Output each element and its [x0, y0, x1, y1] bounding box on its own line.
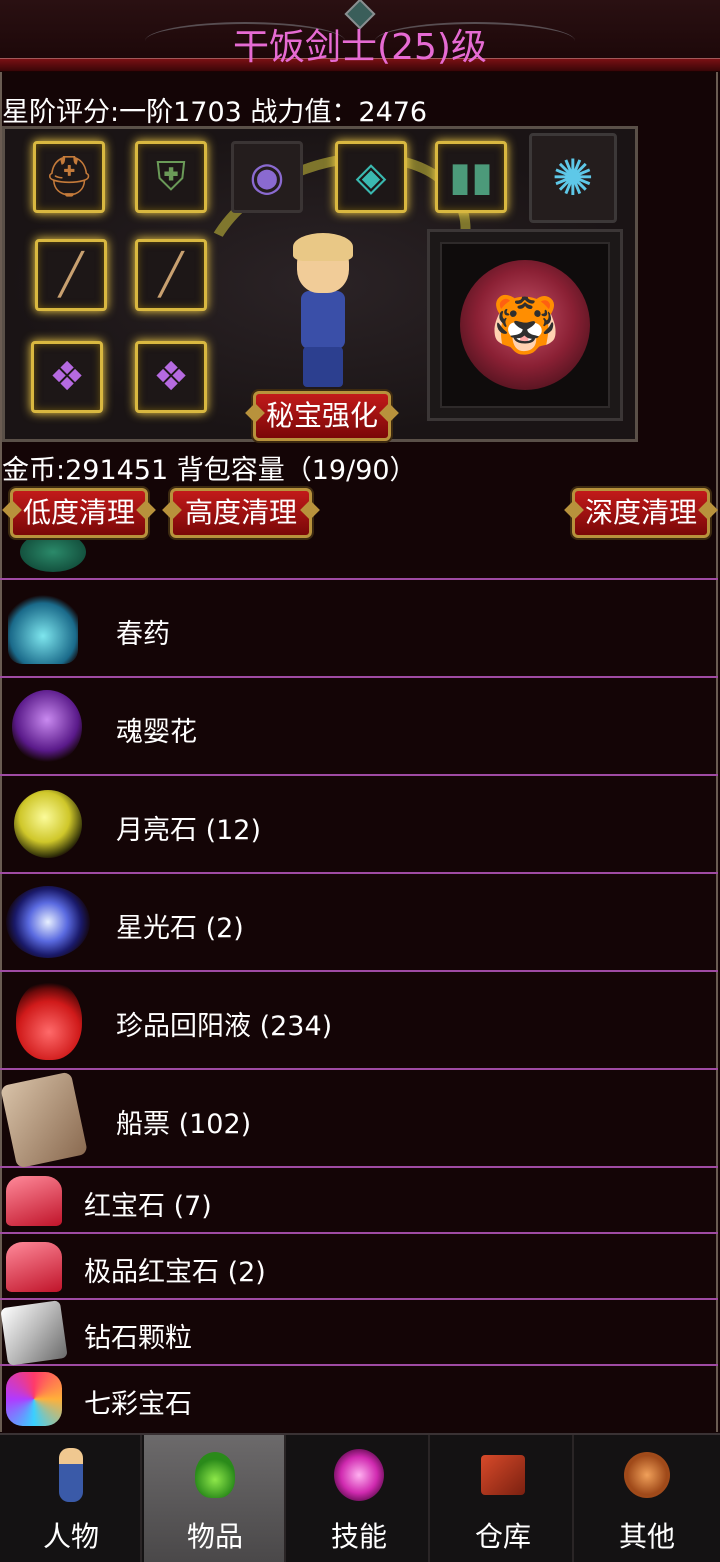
low-clean-button[interactable]: 低度清理 — [10, 488, 148, 538]
item-name: 珍品回阳液 (234) — [116, 1011, 333, 1042]
mount-slot[interactable]: 🐯 — [427, 229, 623, 421]
tab-label: 人物 — [42, 1520, 99, 1553]
tab-warehouse[interactable]: 仓库 — [432, 1435, 574, 1562]
warehouse-icon — [478, 1447, 528, 1503]
armor-slot[interactable]: ⛨ — [135, 141, 207, 213]
character-icon — [46, 1447, 96, 1503]
item-name: 极品红宝石 (2) — [84, 1257, 266, 1288]
starstone-icon — [6, 886, 90, 958]
deep-clean-button[interactable]: 深度清理 — [572, 488, 710, 538]
list-item[interactable]: 红宝石 (7) — [0, 1168, 718, 1234]
necklace-slot[interactable]: ◉ — [231, 141, 303, 213]
item-name: 七彩宝石 — [84, 1389, 192, 1420]
list-item[interactable]: 极品红宝石 (2) — [0, 1234, 718, 1300]
gold-capacity-line: 金币:291451 背包容量（19/90） — [2, 455, 417, 486]
weapon-slot-1[interactable]: ╱ — [35, 239, 107, 311]
tab-label: 物品 — [186, 1520, 243, 1553]
orb-icon — [20, 540, 86, 572]
title-bar: 干饭剑士(25)级 — [0, 0, 720, 72]
weapon-slot-2[interactable]: ╱ — [135, 239, 207, 311]
rating-line: 星阶评分:一阶1703 战力值：2476 — [2, 97, 428, 128]
item-name: 春药 — [116, 619, 170, 650]
tab-label: 仓库 — [474, 1520, 531, 1553]
tab-character[interactable]: 人物 — [0, 1435, 142, 1562]
tab-skills[interactable]: 技能 — [288, 1435, 430, 1562]
list-item[interactable]: 月亮石 (12) — [0, 776, 718, 874]
list-item[interactable]: 钻石颗粒 — [0, 1300, 718, 1366]
list-item[interactable]: 魂婴花 — [0, 678, 718, 776]
list-item[interactable]: 春药 — [0, 580, 718, 678]
skill-orb-icon — [334, 1447, 384, 1503]
rainbow-gem-icon — [6, 1372, 62, 1426]
item-name: 钻石颗粒 — [84, 1323, 192, 1354]
tab-label: 其他 — [618, 1520, 675, 1553]
boots-slot[interactable]: ▮▮ — [435, 141, 507, 213]
sword-icon: ╱ — [58, 252, 84, 298]
list-item[interactable]: 船票 (102) — [0, 1070, 718, 1169]
wolf-pet-icon: ✺ — [552, 149, 594, 207]
list-item[interactable]: 珍品回阳液 (234) — [0, 972, 718, 1070]
potion-icon — [190, 1447, 240, 1503]
character-avatar — [285, 233, 365, 397]
item-name: 月亮石 (12) — [116, 815, 262, 846]
ring-icon: ❖ — [153, 354, 189, 400]
helmet-icon: ⛑ — [43, 154, 95, 200]
list-item[interactable]: 七彩宝石 — [0, 1366, 718, 1432]
ring-slot-2[interactable]: ❖ — [135, 341, 207, 413]
flower-icon — [12, 690, 82, 764]
treasure-enhance-button[interactable]: 秘宝强化 — [253, 391, 391, 441]
high-clean-button[interactable]: 高度清理 — [170, 488, 312, 538]
pet-slot[interactable]: ✺ — [529, 133, 617, 223]
armor-icon: ⛨ — [156, 154, 186, 200]
red-flask-icon — [16, 980, 82, 1060]
item-name: 红宝石 (7) — [84, 1191, 212, 1222]
moonstone-icon — [14, 790, 82, 858]
list-item[interactable]: 星光石 (2) — [0, 874, 718, 972]
ruby-icon — [6, 1242, 62, 1292]
ring-slot-1[interactable]: ❖ — [31, 341, 103, 413]
equipment-panel: ⛑ ⛨ ◉ ◈ ▮▮ ✺ ╱ ╱ ❖ ❖ 🐯 秘宝强化 — [2, 116, 638, 442]
diamond-icon — [0, 1300, 68, 1366]
tab-label: 技能 — [330, 1520, 387, 1553]
tab-items[interactable]: 物品 — [144, 1435, 286, 1562]
potion-bottle-icon — [8, 594, 78, 664]
sword-shield-icon — [622, 1447, 672, 1503]
scroll-ticket-icon — [0, 1071, 88, 1169]
sword-icon: ╱ — [158, 252, 184, 298]
tab-other[interactable]: 其他 — [576, 1435, 720, 1562]
page-title: 干饭剑士(25)级 — [233, 27, 487, 68]
list-item[interactable] — [0, 540, 718, 580]
item-name: 星光石 (2) — [116, 913, 244, 944]
necklace-icon: ◉ — [249, 154, 285, 200]
tiger-icon: 🐯 — [460, 260, 590, 390]
ruby-icon — [6, 1176, 62, 1226]
bottom-nav: 人物 物品 技能 仓库 其他 — [0, 1433, 720, 1562]
boots-icon: ▮▮ — [448, 154, 494, 200]
item-name: 船票 (102) — [116, 1109, 252, 1140]
item-list[interactable]: 春药 魂婴花 月亮石 (12) 星光石 (2) 珍品回阳液 (234) 船票 (… — [0, 540, 718, 1433]
bracer-slot[interactable]: ◈ — [335, 141, 407, 213]
ring-icon: ❖ — [49, 354, 85, 400]
helmet-slot[interactable]: ⛑ — [33, 141, 105, 213]
bracer-icon: ◈ — [355, 154, 387, 200]
item-name: 魂婴花 — [116, 717, 197, 748]
